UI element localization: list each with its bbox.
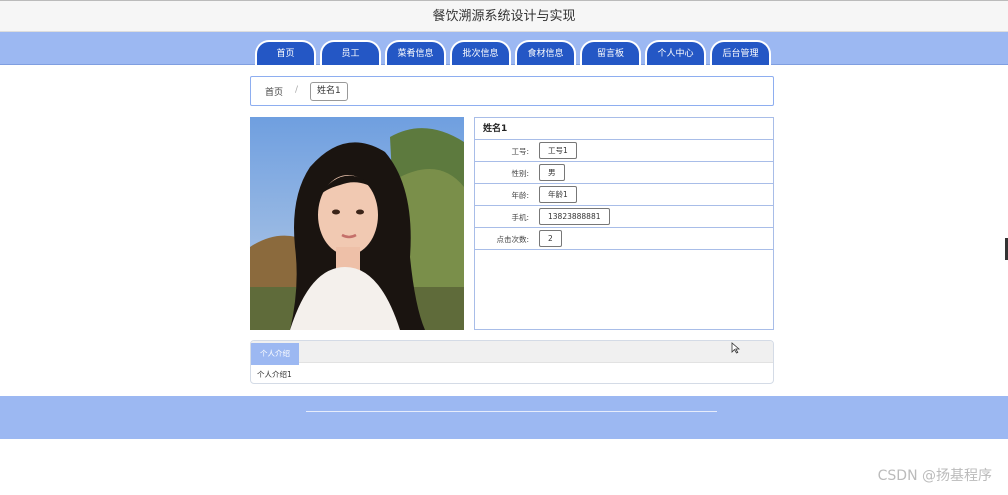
tab-intro[interactable]: 个人介绍 <box>251 343 299 365</box>
nav-item-dishes[interactable]: 菜肴信息 <box>385 40 446 65</box>
field-value: 男 <box>539 164 565 181</box>
breadcrumb-separator: / <box>295 85 299 95</box>
staff-photo <box>250 117 464 330</box>
site-title: 餐饮溯源系统设计与实现 <box>432 9 576 24</box>
staff-name: 姓名1 <box>475 118 773 140</box>
nav-menu: 首页 员工 菜肴信息 批次信息 食材信息 留言板 个人中心 后台管理 <box>255 40 771 65</box>
field-label: 性别: <box>511 169 529 178</box>
field-row-phone: 手机: 13823888881 <box>475 206 773 228</box>
field-label: 年龄: <box>511 191 529 200</box>
footer-divider <box>306 411 717 412</box>
nav-item-messages[interactable]: 留言板 <box>580 40 641 65</box>
nav-item-home[interactable]: 首页 <box>255 40 316 65</box>
field-value: 13823888881 <box>539 208 610 225</box>
field-row-click-count: 点击次数: 2 <box>475 228 773 250</box>
nav-item-ingredients[interactable]: 食材信息 <box>515 40 576 65</box>
nav-item-profile[interactable]: 个人中心 <box>645 40 706 65</box>
intro-tab-bar: 个人介绍 <box>251 341 773 365</box>
mouse-cursor-icon <box>731 339 741 358</box>
intro-text: 个人介绍1 <box>257 370 292 379</box>
intro-panel: 个人介绍 个人介绍1 <box>250 340 774 384</box>
breadcrumb-home[interactable]: 首页 <box>265 85 283 98</box>
field-row-gender: 性别: 男 <box>475 162 773 184</box>
portrait-image <box>250 117 464 330</box>
field-label: 点击次数: <box>496 235 529 244</box>
nav-bar: 首页 员工 菜肴信息 批次信息 食材信息 留言板 个人中心 后台管理 <box>0 32 1008 65</box>
field-row-employee-id: 工号: 工号1 <box>475 140 773 162</box>
field-value: 工号1 <box>539 142 577 159</box>
nav-item-staff[interactable]: 员工 <box>320 40 381 65</box>
header-bar: 餐饮溯源系统设计与实现 <box>0 0 1008 32</box>
field-label: 手机: <box>511 213 529 222</box>
staff-detail-panel: 姓名1 工号: 工号1 性别: 男 年龄: 年龄1 手机: 1382388888… <box>474 117 774 330</box>
breadcrumb: 首页 / 姓名1 <box>250 76 774 106</box>
field-value: 年龄1 <box>539 186 577 203</box>
field-row-age: 年龄: 年龄1 <box>475 184 773 206</box>
footer-bar <box>0 396 1008 439</box>
watermark: CSDN @扬基程序 <box>877 468 992 484</box>
breadcrumb-current: 姓名1 <box>310 82 348 101</box>
field-value: 2 <box>539 230 562 247</box>
nav-item-batches[interactable]: 批次信息 <box>450 40 511 65</box>
nav-item-admin[interactable]: 后台管理 <box>710 40 771 65</box>
field-label: 工号: <box>511 147 529 156</box>
